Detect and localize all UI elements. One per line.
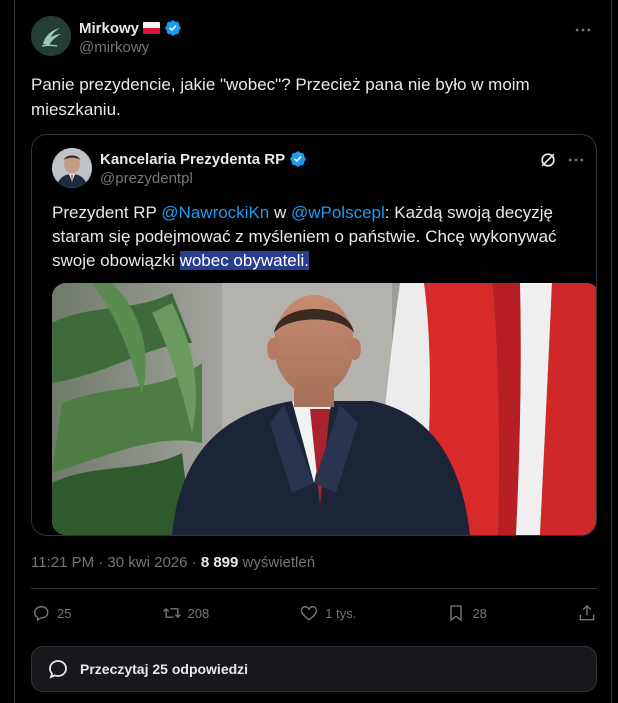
verified-badge-icon[interactable] (164, 19, 182, 37)
tweet-detail: Mirkowy @mirkowy Panie prezydencie, jaki… (14, 0, 612, 703)
timestamp[interactable]: 11:21 PM · 30 kwi 2026 · (31, 554, 201, 571)
like-count: 1 tys. (325, 605, 357, 621)
like-button[interactable]: 1 tys. (299, 603, 356, 623)
share-icon (579, 604, 595, 621)
author-avatar[interactable] (31, 16, 71, 56)
divider (31, 588, 597, 589)
mention-link[interactable]: @wPolscepl (291, 203, 385, 222)
tweet-meta: 11:21 PM · 30 kwi 2026 · 8 899 wyświetle… (31, 554, 315, 571)
president-photo (52, 283, 596, 535)
tweet-text: Panie prezydencie, jakie "wobec"? Przeci… (31, 75, 530, 119)
read-replies-label: Przeczytaj 25 odpowiedzi (80, 661, 249, 677)
chat-bubble-icon (49, 660, 67, 679)
bookmark-icon (450, 605, 463, 622)
avatar-logo-icon (31, 16, 71, 56)
highlighted-text: wobec obywateli. (179, 251, 310, 270)
more-icon[interactable] (566, 150, 586, 170)
bookmark-button[interactable]: 28 (446, 603, 487, 623)
views-count: 8 899 (200, 554, 239, 571)
quoted-author-handle[interactable]: @prezydentpl (100, 170, 193, 187)
quoted-text-segment: w (269, 203, 291, 222)
verified-badge-icon[interactable] (289, 150, 307, 168)
reply-icon (34, 606, 49, 622)
bookmark-count: 28 (472, 605, 487, 621)
quoted-tweet-text: Prezydent RP @NawrockiKn w @wPolscepl: K… (52, 201, 592, 273)
quoted-text-segment: Prezydent RP (52, 203, 162, 222)
quoted-tweet[interactable]: Kancelaria Prezydenta RP @prezydentpl Pr… (31, 134, 597, 536)
action-bar: 25 208 1 tys. 28 (31, 600, 597, 626)
repost-count: 208 (187, 605, 210, 621)
views-label: wyświetleń (238, 554, 316, 571)
repost-icon (162, 607, 181, 619)
repost-button[interactable]: 208 (162, 603, 210, 623)
mention-link[interactable]: @NawrockiKn (161, 203, 269, 222)
quoted-author-name[interactable]: Kancelaria Prezydenta RP (100, 151, 285, 168)
tweet-header: Mirkowy @mirkowy (31, 16, 597, 60)
quoted-media-image[interactable] (52, 283, 596, 535)
portrait-image (52, 148, 92, 188)
quoted-author-avatar[interactable] (52, 148, 92, 188)
read-replies-button[interactable]: Przeczytaj 25 odpowiedzi (31, 646, 597, 692)
author-handle[interactable]: @mirkowy (79, 39, 149, 56)
more-icon[interactable] (573, 20, 593, 40)
reply-count: 25 (57, 605, 72, 621)
flag-icon (143, 22, 161, 34)
author-name[interactable]: Mirkowy (79, 20, 139, 37)
reply-button[interactable]: 25 (31, 603, 71, 623)
grok-icon[interactable] (538, 150, 558, 170)
share-button[interactable] (577, 603, 597, 623)
author-name-row: Mirkowy (79, 19, 182, 37)
like-icon (301, 606, 318, 621)
quoted-name-row: Kancelaria Prezydenta RP (100, 150, 307, 168)
